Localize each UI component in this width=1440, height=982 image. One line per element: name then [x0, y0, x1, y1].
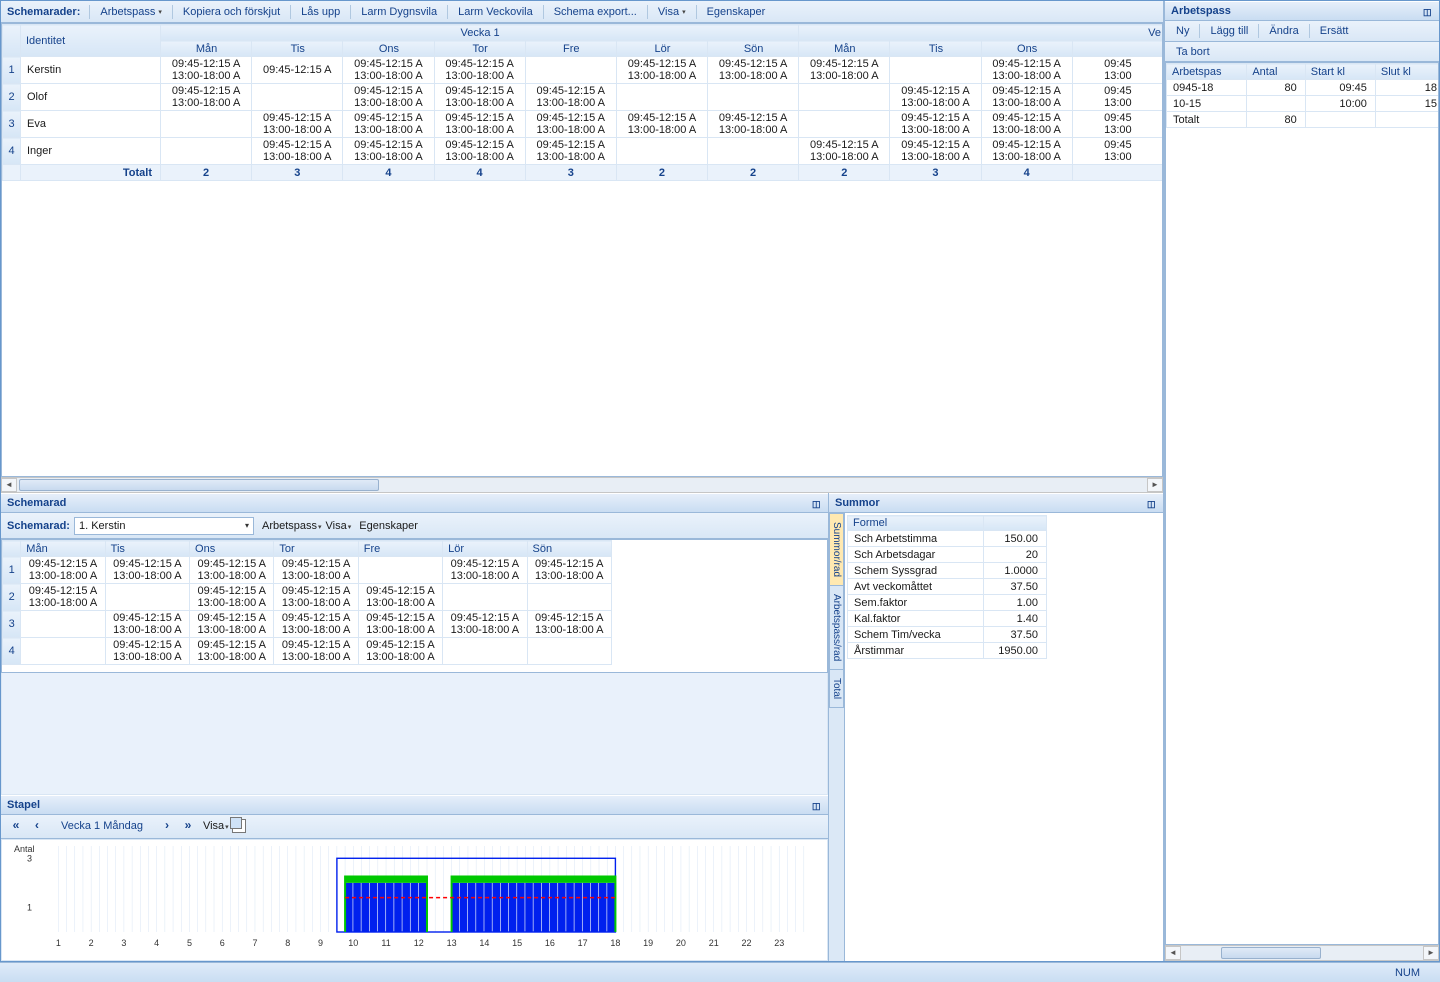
table-row: Sch Arbetstimma150.00 [848, 531, 1047, 547]
table-row[interactable]: 0945-188009:4518 [1167, 80, 1440, 96]
toolbar-label: Schemarader: [5, 6, 86, 18]
svg-text:19: 19 [643, 938, 653, 948]
svg-text:8: 8 [285, 938, 290, 948]
svg-text:15: 15 [512, 938, 522, 948]
stapel-chart: 123456789101112131415161718192021222313A… [1, 839, 828, 962]
status-bar: NUM [0, 962, 1440, 982]
svg-text:23: 23 [774, 938, 784, 948]
summor-tab-1[interactable]: Arbetspass/rad [829, 585, 844, 670]
svg-text:9: 9 [318, 938, 323, 948]
svg-text:4: 4 [154, 938, 159, 948]
arbetspass-grid[interactable]: ArbetspasAntalStart klSlut kl0945-188009… [1165, 62, 1439, 945]
svg-text:10: 10 [348, 938, 358, 948]
svg-text:1: 1 [56, 938, 61, 948]
table-row: Schem Tim/vecka37.50 [848, 627, 1047, 643]
btn-lasupp[interactable]: Lås upp [294, 4, 347, 20]
svg-text:12: 12 [414, 938, 424, 948]
btn-larm-dygn[interactable]: Larm Dygnsvila [354, 4, 444, 20]
schemarad-visa[interactable]: Visa▾ [326, 520, 352, 532]
table-row[interactable]: 309:45-12:15 A13:00-18:00 A09:45-12:15 A… [3, 611, 612, 638]
table-row: Årstimmar1950.00 [848, 643, 1047, 659]
nav-first-icon[interactable]: « [7, 817, 25, 835]
btn-egenskaper[interactable]: Egenskaper [700, 4, 773, 20]
schemarad-grid[interactable]: MånTisOnsTorFreLörSön109:45-12:15 A13:00… [1, 539, 828, 673]
stapel-nav-label: Vecka 1 Måndag [49, 820, 155, 832]
table-row: Sch Arbetsdagar20 [848, 547, 1047, 563]
status-num: NUM [1395, 967, 1420, 979]
btn-kopiera[interactable]: Kopiera och förskjut [176, 4, 287, 20]
table-row[interactable]: 2Olof09:45-12:15 A13:00-18:00 A09:45-12:… [3, 84, 1164, 111]
main-grid[interactable]: IdentitetVecka 1VeMånTisOnsTorFreLörSönM… [1, 23, 1163, 477]
schemarad-combo[interactable]: 1. Kerstin▾ [74, 517, 254, 535]
svg-text:1: 1 [27, 902, 32, 912]
table-row[interactable]: 209:45-12:15 A13:00-18:00 A09:45-12:15 A… [3, 584, 612, 611]
btn-visa[interactable]: Visa▾ [651, 4, 693, 20]
table-row[interactable]: 1Kerstin09:45-12:15 A13:00-18:00 A09:45-… [3, 57, 1164, 84]
main-hscroll[interactable]: ◄ ► [1, 477, 1163, 493]
btn-schema-export[interactable]: Schema export... [547, 4, 644, 20]
svg-text:3: 3 [27, 853, 32, 863]
svg-text:17: 17 [578, 938, 588, 948]
svg-text:16: 16 [545, 938, 555, 948]
svg-text:13: 13 [447, 938, 457, 948]
table-row: Kal.faktor1.40 [848, 611, 1047, 627]
svg-text:20: 20 [676, 938, 686, 948]
table-row[interactable]: 3Eva09:45-12:15 A13:00-18:00 A09:45-12:1… [3, 111, 1164, 138]
svg-text:3: 3 [121, 938, 126, 948]
summor-tab-0[interactable]: Summor/rad [829, 513, 844, 586]
pin-icon[interactable] [812, 800, 822, 810]
stapel-visa[interactable]: Visa▾ [203, 820, 229, 832]
svg-text:21: 21 [709, 938, 719, 948]
table-row: Sem.faktor1.00 [848, 595, 1047, 611]
schemarad-egenskaper[interactable]: Egenskaper [359, 520, 418, 532]
svg-text:5: 5 [187, 938, 192, 948]
nav-next-icon[interactable]: › [158, 817, 176, 835]
nav-prev-icon[interactable]: ‹ [28, 817, 46, 835]
table-row[interactable]: 109:45-12:15 A13:00-18:00 A09:45-12:15 A… [3, 557, 612, 584]
svg-text:7: 7 [252, 938, 257, 948]
svg-text:11: 11 [381, 938, 390, 948]
svg-text:18: 18 [610, 938, 620, 948]
btn-arbetspass[interactable]: Arbetspass▾ [93, 4, 169, 20]
stapel-title: Stapel [1, 795, 828, 815]
table-row[interactable]: 4Inger09:45-12:15 A13:00-18:00 A09:45-12… [3, 138, 1164, 165]
pin-icon[interactable] [1147, 498, 1157, 508]
svg-text:14: 14 [479, 938, 489, 948]
ap-laggtill[interactable]: Lägg till [1203, 23, 1255, 39]
summor-title: Summor [829, 493, 1163, 513]
table-row: Schem Syssgrad1.0000 [848, 563, 1047, 579]
schemarad-label: Schemarad: [7, 520, 70, 532]
svg-text:2: 2 [89, 938, 94, 948]
summor-tab-2[interactable]: Total [829, 669, 844, 708]
ap-ny[interactable]: Ny [1169, 23, 1196, 39]
svg-text:Antal: Antal [14, 844, 35, 854]
schemarad-title: Schemarad [1, 493, 828, 513]
pin-icon[interactable] [812, 498, 822, 508]
nav-last-icon[interactable]: » [179, 817, 197, 835]
table-row[interactable]: 409:45-12:15 A13:00-18:00 A09:45-12:15 A… [3, 638, 612, 665]
ap-ersatt[interactable]: Ersätt [1313, 23, 1356, 39]
table-row[interactable]: 10-1510:0015 [1167, 96, 1440, 112]
pin-icon[interactable] [1423, 6, 1433, 16]
ap-andra[interactable]: Ändra [1262, 23, 1305, 39]
copy-icon[interactable] [232, 819, 246, 833]
ap-hscroll[interactable]: ◄ ► [1165, 945, 1439, 961]
btn-larm-vecka[interactable]: Larm Veckovila [451, 4, 540, 20]
table-row: Avt veckomåttet37.50 [848, 579, 1047, 595]
svg-text:6: 6 [220, 938, 225, 948]
schemarad-arbetspass[interactable]: Arbetspass▾ [262, 520, 322, 532]
ap-tabort[interactable]: Ta bort [1169, 44, 1217, 60]
svg-text:22: 22 [741, 938, 751, 948]
main-toolbar: Schemarader: Arbetspass▾ Kopiera och för… [1, 1, 1163, 23]
arbetspass-title: Arbetspass [1165, 1, 1439, 21]
